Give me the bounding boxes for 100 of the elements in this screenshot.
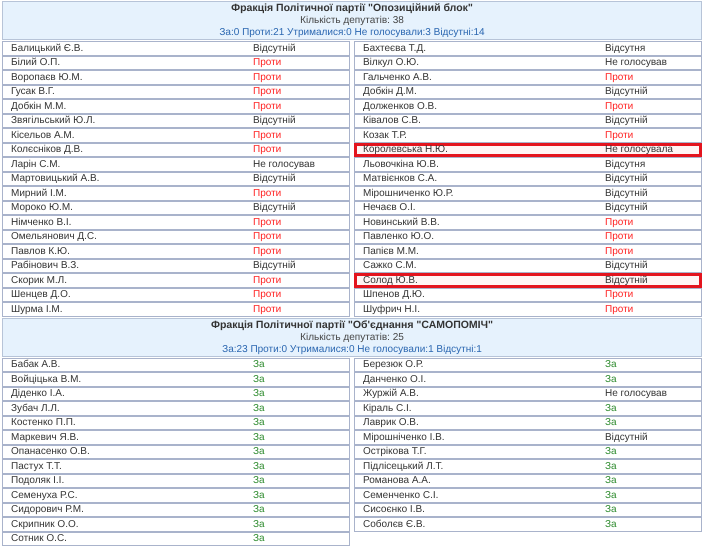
vote-result: За bbox=[253, 460, 265, 472]
vote-result: За bbox=[253, 432, 265, 443]
deputy-name: Семенченко С.І. bbox=[363, 490, 440, 501]
vote-result: Проти bbox=[253, 72, 282, 83]
vote-result: Проти bbox=[253, 246, 282, 257]
deputy-name: Долженков О.В. bbox=[363, 100, 438, 112]
deputy-name: Павлов К.Ю. bbox=[11, 246, 71, 257]
deputy-name: Омельянович Д.С. bbox=[11, 231, 98, 242]
deputy-name: Шуфрич Н.І. bbox=[363, 304, 421, 315]
deputy-name: Колєсніков Д.В. bbox=[11, 144, 84, 156]
vote-result: Не голосувала bbox=[605, 144, 673, 156]
vote-result: Проти bbox=[253, 304, 282, 315]
deputy-count: Кількість депутатів: 25 bbox=[299, 332, 405, 344]
vote-result: Відсутній bbox=[605, 188, 648, 199]
deputy-name: Добкін М.М. bbox=[11, 100, 68, 112]
vote-result: Відсутній bbox=[605, 86, 648, 98]
vote-result: Проти bbox=[605, 246, 634, 257]
deputy-name: Солод Ю.В. bbox=[363, 274, 419, 286]
deputy-name: Ківалов С.В. bbox=[363, 115, 422, 126]
vote-result: За bbox=[605, 446, 617, 458]
vote-result: За bbox=[253, 359, 265, 370]
vote-result: Проти bbox=[253, 231, 282, 242]
deputy-name: Балицький Є.В. bbox=[11, 42, 84, 54]
vote-result: Відсутня bbox=[605, 42, 646, 54]
deputy-name: Ларін С.М. bbox=[11, 158, 62, 170]
deputy-name: Папієв М.М. bbox=[363, 246, 420, 257]
deputy-name: Острікова Т.Г. bbox=[363, 446, 428, 458]
vote-result: За bbox=[253, 518, 265, 530]
vote-result: Відсутній bbox=[605, 432, 648, 443]
deputy-name: Рабінович В.З. bbox=[11, 260, 80, 272]
deputy-name: Костенко П.П. bbox=[11, 417, 77, 428]
deputy-name: Журжій А.В. bbox=[363, 388, 420, 400]
deputy-name: Козак Т.Р. bbox=[363, 130, 408, 141]
vote-result: Відсутній bbox=[253, 260, 296, 272]
deputy-name: Мороко Ю.М. bbox=[11, 202, 74, 214]
vote-result: Проти bbox=[605, 304, 634, 315]
vote-result: Відсутній bbox=[605, 202, 648, 214]
deputy-count: Кількість депутатів: 38 bbox=[299, 15, 405, 27]
faction-title: Фракція Політичної партії "Об'єднання "САМОПОМІЧ" bbox=[210, 318, 494, 332]
vote-result: Не голосував bbox=[605, 388, 667, 400]
deputy-name: Опанасенко О.В. bbox=[11, 446, 91, 458]
vote-result: Проти bbox=[253, 57, 282, 68]
deputy-name: Войціцька В.М. bbox=[11, 374, 82, 385]
deputy-name: Сидорович Р.М. bbox=[11, 504, 85, 516]
deputy-name: Скрипник О.О. bbox=[11, 518, 80, 530]
vote-result: За bbox=[605, 460, 617, 472]
vote-result: За bbox=[253, 475, 265, 486]
vote-result: За bbox=[605, 359, 617, 370]
deputy-name: Гальченко А.В. bbox=[363, 72, 433, 83]
vote-result: За bbox=[605, 518, 617, 530]
vote-result: Проти bbox=[253, 144, 282, 156]
deputy-name: Сажко С.М. bbox=[363, 260, 418, 272]
vote-summary: За:0 Проти:21 Утрималися:0 Не голосували:3 Відсутні:14 bbox=[218, 27, 486, 39]
deputy-name: Шенцев Д.О. bbox=[11, 289, 72, 300]
deputy-name: Білий О.П. bbox=[11, 57, 62, 68]
deputy-name: Кісельов А.М. bbox=[11, 130, 76, 141]
deputy-name: Бабак А.В. bbox=[11, 359, 62, 370]
deputy-name: Подоляк І.І. bbox=[11, 475, 66, 486]
vote-result: За bbox=[605, 475, 617, 486]
deputy-name: Добкін Д.М. bbox=[363, 86, 418, 98]
deputy-name: Березюк О.Р. bbox=[363, 359, 424, 370]
deputy-name: Семенуха Р.С. bbox=[11, 490, 79, 501]
vote-result: Проти bbox=[253, 274, 282, 286]
deputy-name: Гусак В.Г. bbox=[11, 86, 56, 98]
deputy-name: Павленко Ю.О. bbox=[363, 231, 436, 242]
vote-result: За bbox=[605, 490, 617, 501]
deputy-name: Данченко О.І. bbox=[363, 374, 428, 385]
vote-result: За bbox=[253, 402, 265, 414]
deputy-name: Новинський В.В. bbox=[363, 216, 441, 228]
deputy-name: Підлісецький Л.Т. bbox=[363, 460, 444, 472]
vote-result: Не голосував bbox=[605, 57, 667, 68]
deputy-name: Королевська Н.Ю. bbox=[363, 144, 449, 156]
deputy-name: Шпенов Д.Ю. bbox=[363, 289, 426, 300]
deputy-name: Скорик М.Л. bbox=[11, 274, 68, 286]
deputy-name: Сотник О.С. bbox=[11, 533, 68, 544]
deputy-name: Мартовицький А.В. bbox=[11, 173, 100, 184]
deputy-name: Мірошниченко Ю.Р. bbox=[363, 188, 454, 199]
vote-result: Не голосував bbox=[253, 158, 315, 170]
vote-result: Проти bbox=[253, 188, 282, 199]
deputy-name: Матвієнков С.А. bbox=[363, 173, 438, 184]
vote-result: За bbox=[605, 417, 617, 428]
deputy-name: Кіраль С.І. bbox=[363, 402, 413, 414]
faction-title: Фракція Політичної партії "Опозиційний блок" bbox=[230, 2, 474, 15]
vote-result: Проти bbox=[253, 289, 282, 300]
vote-result: За bbox=[605, 374, 617, 385]
vote-result: Відсутній bbox=[605, 173, 648, 184]
vote-result: Проти bbox=[253, 100, 282, 112]
vote-result: Проти bbox=[253, 216, 282, 228]
vote-result: За bbox=[253, 490, 265, 501]
deputy-name: Лаврик О.В. bbox=[363, 417, 420, 428]
vote-result: Відсутній bbox=[253, 42, 296, 54]
deputy-name: Соболєв Є.В. bbox=[363, 518, 426, 530]
vote-result: Проти bbox=[253, 130, 282, 141]
vote-result: За bbox=[253, 533, 265, 544]
deputy-name: Вілкул О.Ю. bbox=[363, 57, 420, 68]
vote-result: За bbox=[253, 504, 265, 516]
deputy-name: Воропаєв Ю.М. bbox=[11, 72, 84, 83]
deputy-name: Маркевич Я.В. bbox=[11, 432, 80, 443]
deputy-name: Звягільський Ю.Л. bbox=[11, 115, 96, 126]
vote-result: Проти bbox=[253, 86, 282, 98]
